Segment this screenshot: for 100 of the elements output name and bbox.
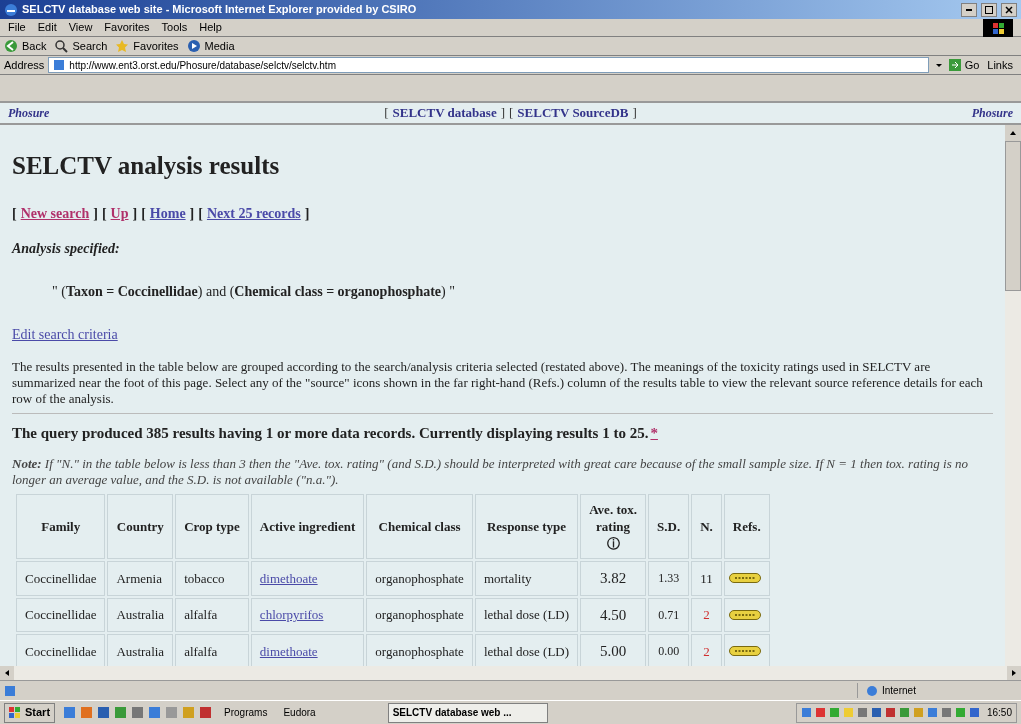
menu-item[interactable]: Help <box>199 19 222 36</box>
table-cell: 1.33 <box>648 561 690 596</box>
bracket-text: [ <box>101 204 107 223</box>
table-cell: Coccinellidae <box>16 561 106 596</box>
app-icon[interactable] <box>97 706 111 719</box>
app-icon[interactable] <box>199 706 213 719</box>
bracket-text: ] <box>500 104 505 123</box>
summary-text: The query produced 385 results having 1 or more data records. Currently displaying results 1 to 25. <box>12 423 649 443</box>
window-title: SELCTV database web site - Microsoft Internet Explorer provided by CSIRO <box>22 2 418 18</box>
criteria-text: " (Taxon = Coccinellidae) and (Chemical class = organophosphate) " <box>51 282 456 301</box>
source-icon[interactable] <box>728 573 761 584</box>
column-header: Active ingredient <box>250 494 365 559</box>
minimize-button[interactable] <box>961 2 977 17</box>
link[interactable]: Up <box>110 202 129 224</box>
menu-item[interactable]: Tools <box>161 19 188 36</box>
edit-criteria-link[interactable]: Edit search criteria <box>12 323 118 345</box>
media-icon <box>186 39 201 53</box>
menu-item[interactable]: Favorites <box>104 19 150 36</box>
table-cell: Armenia <box>107 561 174 596</box>
link[interactable]: Phosure <box>971 104 1013 122</box>
page-heading: SELCTV analysis results <box>12 151 281 181</box>
column-header: Response type <box>474 494 579 559</box>
app-icon[interactable] <box>63 706 77 719</box>
close-button[interactable] <box>1001 2 1017 17</box>
browser-icon <box>4 2 18 17</box>
tray-icon[interactable] <box>800 707 812 718</box>
tray-icon[interactable] <box>884 707 896 718</box>
globe-icon <box>866 684 878 697</box>
app-icon[interactable] <box>114 706 128 719</box>
column-header: Country <box>107 494 174 559</box>
menu-item[interactable]: Edit <box>37 19 57 36</box>
link[interactable]: SELCTV database <box>392 103 497 123</box>
menu-item[interactable]: View <box>68 19 93 36</box>
app-icon[interactable] <box>165 706 179 719</box>
column-header: Ave. tox. rating ⓘ <box>580 494 647 559</box>
link[interactable]: SELCTV SourceDB <box>517 103 629 123</box>
source-icon[interactable] <box>728 646 761 657</box>
page-icon <box>53 59 66 71</box>
eudora-button[interactable]: Eudora <box>279 705 320 720</box>
bracket-text: [ <box>384 104 389 123</box>
bracket-text: ] <box>304 204 310 223</box>
tray-icon[interactable] <box>814 707 826 718</box>
toolbar-button[interactable]: Favorites <box>115 37 179 55</box>
tray-icon[interactable] <box>828 707 840 718</box>
address-label: Address <box>4 57 45 73</box>
tray-icon[interactable] <box>954 707 966 718</box>
horizontal-scrollbar[interactable] <box>0 666 1021 680</box>
vertical-scrollbar[interactable] <box>1005 125 1021 666</box>
programs-button[interactable]: Programs <box>220 705 272 720</box>
taskbar-window-button[interactable]: SELCTV database web ... <box>387 702 548 723</box>
search-icon <box>54 39 69 53</box>
windows-logo-icon <box>9 706 21 719</box>
table-cell: organophosphate <box>366 597 473 632</box>
toolbar-button[interactable]: Back <box>4 37 47 55</box>
bracket-text: [ <box>12 204 17 223</box>
bracket-text: ] <box>93 204 98 223</box>
link[interactable]: Phosure <box>8 104 50 122</box>
footnote-link[interactable]: * <box>650 421 658 444</box>
favorites-icon <box>115 39 130 53</box>
menu-item[interactable]: File <box>8 19 26 36</box>
bracket-text: ] <box>189 204 195 223</box>
app-icon[interactable] <box>80 706 94 719</box>
intro-paragraph: The results presented in the table below are grouped according to the search/analysis criteria selected (restated above). The meanings of the toxicity ratings used in SELCTV are summarized near the foot of this page. Select any of the "source" icons shown in the far right-hand (Refs.) column of the results table to view the relevant source reference details for each row of the analysis. <box>12 358 984 407</box>
toolbar-button[interactable]: Media <box>186 37 235 55</box>
links-button[interactable]: Links <box>983 56 1017 74</box>
table-cell: Coccinellidae <box>16 597 106 632</box>
tray-icon[interactable] <box>856 707 868 718</box>
table-cell: tobacco <box>175 561 249 596</box>
tray-icon[interactable] <box>968 707 980 718</box>
table-cell: 2 <box>691 597 722 632</box>
table-cell: 3.82 <box>580 561 647 596</box>
tray-icon[interactable] <box>940 707 952 718</box>
page-icon <box>4 684 16 697</box>
app-icon[interactable] <box>131 706 145 719</box>
table-cell: 4.50 <box>580 597 647 632</box>
column-header: Refs. <box>723 494 770 559</box>
table-cell: Australia <box>107 597 174 632</box>
start-button[interactable]: Start <box>4 702 56 723</box>
note-text: Note: If "N." in the table below is less than 3 then the "Ave. tox. rating" (and S.D.) should be interpreted with great care because of the small sample size. If N = 1 then tox. rating is no longer an average value, and the S.D. is not available ("n.a."). <box>12 456 970 488</box>
link[interactable]: New search <box>20 202 90 224</box>
back-icon <box>4 39 18 53</box>
link[interactable]: Next 25 records <box>206 202 301 224</box>
toolbar-button[interactable]: Search <box>54 37 108 55</box>
minimize-icon <box>966 8 972 11</box>
link[interactable]: Home <box>149 202 186 224</box>
source-icon[interactable] <box>728 609 761 620</box>
tray-icon[interactable] <box>898 707 910 718</box>
go-button[interactable]: Go <box>948 56 980 74</box>
maximize-icon <box>985 5 993 14</box>
tray-icon[interactable] <box>870 707 882 718</box>
scrollbar-thumb[interactable] <box>1005 141 1021 291</box>
table-cell: lethal dose (LD) <box>474 597 579 632</box>
arrow-icon <box>948 59 961 71</box>
tray-icon[interactable] <box>926 707 938 718</box>
app-icon[interactable] <box>148 706 162 719</box>
maximize-button[interactable] <box>981 2 997 17</box>
column-header: Chemical class <box>366 494 473 559</box>
table-cell: alfalfa <box>175 597 249 632</box>
address-field[interactable]: http://www.ent3.orst.edu/Phosure/database/selctv/selctv.htm <box>48 57 929 73</box>
bracket-text: ] <box>632 104 637 123</box>
